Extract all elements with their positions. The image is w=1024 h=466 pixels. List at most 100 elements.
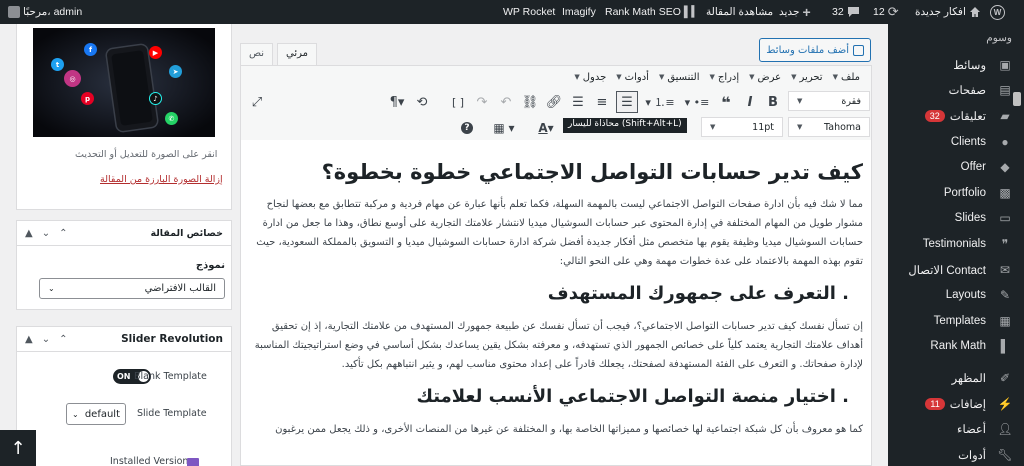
sidebar-item-clients[interactable]: Clients ● (888, 129, 1024, 155)
testimonials-icon: ❞ (1001, 236, 1009, 251)
pinterest-icon: p (81, 92, 94, 105)
fullscreen-icon[interactable]: ⤢ (247, 91, 267, 113)
sidebar-item-rankmath[interactable]: Rank Math ▌ (888, 334, 1024, 360)
view-post-link[interactable]: مشاهدة المقالة (706, 0, 773, 24)
remove-featured-image-link[interactable]: إزالة الصورة البارزة من المقالة (100, 174, 223, 185)
scroll-to-top-button[interactable]: ↑ (0, 430, 36, 466)
special-char-icon[interactable]: [ ] (449, 91, 467, 113)
move-down-icon[interactable]: ⌄ (42, 334, 50, 345)
sidebar-item-users[interactable]: أعضاء 👤︎ (888, 416, 1024, 442)
menu-insert[interactable]: إدراج ▼ (704, 72, 744, 83)
new-content-menu[interactable]: جديد + (779, 0, 811, 24)
my-account[interactable]: مرحبًا، admin (8, 0, 82, 24)
align-center-icon[interactable]: ≡ (593, 91, 611, 113)
editor-menubar: ملف ▼ تحرير ▼ عرض ▼ إدراج ▼ التنسيق ▼ أدوات ▼ … (569, 66, 871, 88)
sidebar-item-testimonials[interactable]: Testimonials ❞ (888, 231, 1024, 257)
refresh-icon: ⟳ (887, 4, 899, 19)
numbered-list-icon[interactable]: ▾ ⒈≡ (643, 91, 677, 113)
menu-file[interactable]: ملف ▼ (828, 72, 865, 83)
link-icon[interactable]: 🔗︎ (545, 91, 563, 113)
rankmath-icon: ▌ (1000, 339, 1010, 354)
toggle-panel-icon[interactable]: ▲ (25, 228, 33, 239)
tab-visual[interactable]: مرئي (277, 43, 318, 65)
post-heading-2: . التعرف على جمهورك المستهدف (547, 283, 849, 304)
editor-content[interactable]: كيف تدير حسابات التواصل الاجتماعي خطوة ب… (240, 140, 872, 466)
users-icon: 👤︎ (997, 422, 1013, 437)
menu-tools[interactable]: أدوات ▼ (611, 72, 654, 83)
move-up-icon[interactable]: ⌃ (59, 334, 67, 345)
updates-menu[interactable]: 12 ⟳ (873, 0, 899, 24)
format-select-value: فقرة (841, 95, 861, 107)
post-attributes-box: ▲ ⌄ ⌃ خصائص المقالة نموذج ⌄ القالب الافت… (16, 220, 232, 310)
sidebar-item-contact[interactable]: الاتصال Contact ✉ (888, 257, 1024, 283)
post-attributes-header[interactable]: ▲ ⌄ ⌃ خصائص المقالة (17, 221, 231, 246)
table-icon[interactable]: ▦ ▾ (489, 117, 519, 139)
tiktok-icon: ♪ (149, 92, 162, 105)
wp-rocket-menu[interactable]: WP Rocket (503, 0, 555, 24)
menu-view[interactable]: عرض ▼ (744, 72, 786, 83)
sidebar-tags-link[interactable]: وسوم (888, 24, 1024, 52)
redo-icon[interactable]: ↷ (473, 91, 491, 113)
clear-format-icon[interactable]: ⟲ (413, 91, 431, 113)
featured-image-box: f ▶ t ◎ ➤ p ♪ ✆ انقر على الصورة للتعديل … (16, 24, 232, 210)
template-value: القالب الافتراضي (144, 283, 216, 294)
comments-badge: 32 (924, 109, 945, 122)
editor-tabs: نص مرئي (240, 43, 318, 65)
undo-icon[interactable]: ↶ (497, 91, 515, 113)
paragraph-mark-icon[interactable]: ¶▾ (388, 91, 406, 113)
instagram-icon: ◎ (64, 70, 81, 87)
italic-icon[interactable]: I (741, 91, 759, 113)
help-icon[interactable]: ? (458, 117, 476, 139)
sidebar-item-media[interactable]: وسائط ▣ (888, 52, 1024, 78)
comments-menu[interactable]: 32 (832, 0, 860, 24)
media-icon (853, 44, 864, 56)
imagify-menu[interactable]: Imagify (562, 0, 596, 24)
templates-icon: ▦ (999, 313, 1011, 328)
sidebar-item-pages[interactable]: صفحات ▤ (888, 78, 1024, 104)
clients-icon: ● (1001, 134, 1009, 149)
telegram-icon: ➤ (169, 65, 182, 78)
featured-image[interactable]: f ▶ t ◎ ➤ p ♪ ✆ (33, 28, 215, 137)
add-media-button[interactable]: أضف ملفات وسائط (759, 38, 871, 62)
view-post-label: مشاهدة المقالة (706, 6, 774, 18)
sidebar-item-plugins[interactable]: 11 إضافات ⚡ (888, 391, 1024, 417)
bullet-list-icon[interactable]: ▾ •≡ (681, 91, 713, 113)
sidebar-item-templates[interactable]: Templates ▦ (888, 308, 1024, 334)
align-left-icon[interactable]: ☰ (616, 91, 638, 113)
menu-edit[interactable]: تحرير ▼ (786, 72, 827, 83)
sidebar-item-appearance[interactable]: المظهر ✐ (888, 365, 1024, 391)
sidebar-item-offer[interactable]: Offer ◆ (888, 154, 1024, 180)
slides-icon: ▭ (999, 211, 1011, 226)
move-down-icon[interactable]: ⌄ (42, 228, 50, 239)
sidebar-item-slides[interactable]: Slides ▭ (888, 206, 1024, 232)
toggle-panel-icon[interactable]: ▲ (25, 334, 33, 345)
imagify-label: Imagify (562, 6, 596, 18)
menu-format[interactable]: التنسيق ▼ (654, 72, 705, 83)
slide-template-select[interactable]: ⌄ default (66, 403, 126, 425)
toolbar-row-2: ? ▦ ▾ A ▾ ▼ 11pt ▼ Tahoma (241, 115, 871, 141)
format-select[interactable]: ▼ فقرة (788, 91, 870, 111)
sidebar-item-layouts[interactable]: Layouts ✎ (888, 282, 1024, 308)
blockquote-icon[interactable]: ❝ (717, 91, 735, 113)
wordpress-logo-icon[interactable]: W (990, 5, 1005, 20)
contact-icon: ✉ (999, 262, 1011, 277)
unlink-icon[interactable]: ⛓ (521, 91, 539, 113)
font-family-select[interactable]: ▼ Tahoma (788, 117, 870, 137)
updates-count: 12 (873, 6, 885, 18)
sidebar-item-tools[interactable]: أدوات 🔧︎ (888, 442, 1024, 466)
font-size-select[interactable]: ▼ 11pt (701, 117, 783, 137)
tab-text[interactable]: نص (240, 43, 274, 65)
align-right-icon[interactable]: ☰ (569, 91, 587, 113)
menu-table[interactable]: جدول ▼ (569, 72, 611, 83)
rankmath-menu[interactable]: Rank Math SEO ▌▍ (605, 0, 699, 24)
sidebar-item-portfolio[interactable]: Portfolio ▩ (888, 180, 1024, 206)
scrollbar-thumb[interactable] (1013, 92, 1021, 106)
text-color-icon[interactable]: A ▾ (531, 117, 561, 139)
site-name-menu[interactable]: افكار جديدة (915, 0, 981, 24)
slider-revolution-header[interactable]: ▲ ⌄ ⌃ Slider Revolution (17, 327, 231, 352)
template-select[interactable]: ⌄ القالب الافتراضي (39, 278, 225, 299)
sidebar-item-comments[interactable]: 32 تعليقات ▰ (888, 103, 1024, 129)
slider-revolution-box: ▲ ⌄ ⌃ Slider Revolution ON Blank Templat… (16, 326, 232, 466)
move-up-icon[interactable]: ⌃ (59, 228, 67, 239)
bold-icon[interactable]: B (764, 91, 782, 113)
